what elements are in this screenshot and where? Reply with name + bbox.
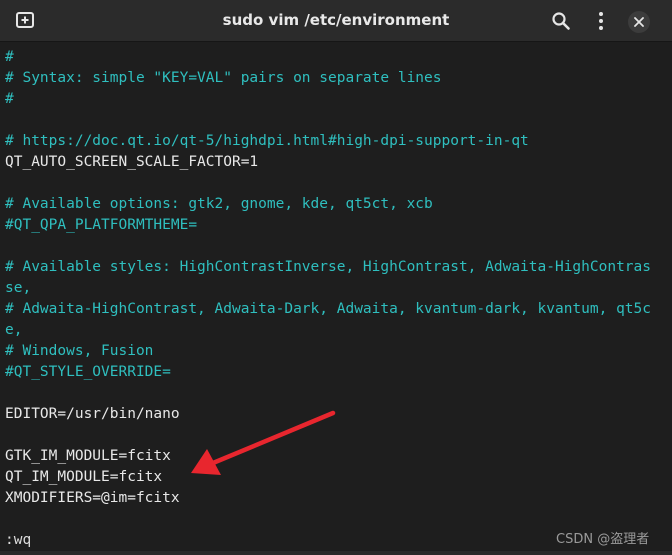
editor-line: # Available styles: HighContrastInverse,… [5, 259, 652, 275]
editor-line: #QT_STYLE_OVERRIDE= [5, 364, 171, 380]
editor-line: XMODIFIERS=@im=fcitx [5, 490, 180, 506]
bottom-strip [0, 551, 672, 555]
editor-line: EDITOR=/usr/bin/nano [5, 406, 180, 422]
editor-line: # [5, 91, 14, 107]
title-bar: sudo vim /etc/environment [0, 0, 672, 42]
editor-line: # Available options: gtk2, gnome, kde, q… [5, 196, 433, 212]
vim-command-line: :wq [5, 532, 32, 548]
editor-line: QT_AUTO_SCREEN_SCALE_FACTOR=1 [5, 154, 259, 170]
editor-line: # [5, 49, 14, 65]
editor-line: e, [5, 322, 23, 338]
annotation-arrow [191, 410, 336, 475]
search-icon[interactable] [550, 10, 572, 32]
watermark: CSDN @盗理者 [556, 532, 650, 547]
editor-line: # Syntax: simple "KEY=VAL" pairs on sepa… [5, 70, 442, 86]
kebab-menu-icon[interactable] [590, 10, 612, 32]
editor-line: # Adwaita-HighContrast, Adwaita-Dark, Ad… [5, 301, 652, 317]
editor-line: se, [5, 280, 32, 296]
editor-line: GTK_IM_MODULE=fcitx [5, 448, 171, 464]
editor-line: QT_IM_MODULE=fcitx [5, 469, 163, 485]
annotation-arrow-shaft [210, 410, 336, 466]
editor-line: # Windows, Fusion [5, 343, 154, 359]
close-icon[interactable] [627, 10, 651, 34]
editor-line: # https://doc.qt.io/qt-5/highdpi.html#hi… [5, 133, 529, 149]
editor-line: #QT_QPA_PLATFORMTHEME= [5, 217, 198, 233]
